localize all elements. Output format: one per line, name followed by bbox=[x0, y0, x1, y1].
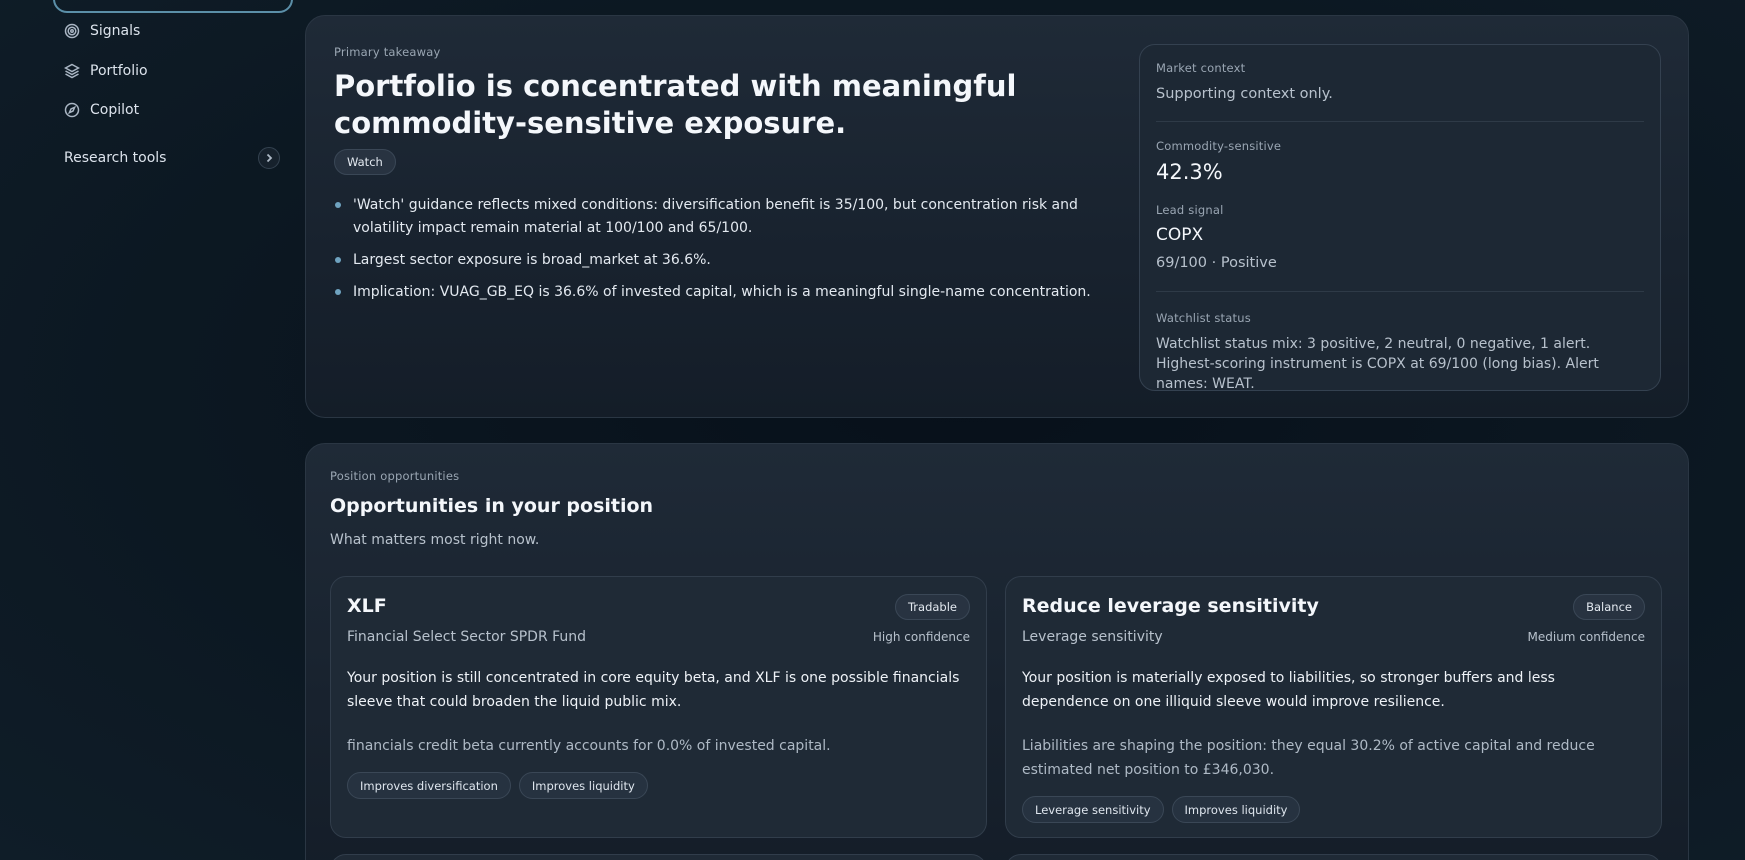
confidence-label: Medium confidence bbox=[1527, 630, 1646, 644]
opportunity-badge: Balance bbox=[1573, 594, 1645, 620]
lead-signal-value: COPX bbox=[1156, 225, 1204, 245]
app-root: Signals Portfolio Copilot Research tools… bbox=[0, 0, 1745, 860]
opportunities-subtitle: What matters most right now. bbox=[330, 532, 540, 548]
opportunity-badge: Tradable bbox=[894, 594, 970, 620]
sidebar: Signals Portfolio Copilot Research tools bbox=[0, 0, 300, 860]
sidebar-item-copilot[interactable]: Copilot bbox=[64, 98, 139, 122]
compass-icon bbox=[64, 102, 80, 118]
commodity-value: 42.3% bbox=[1156, 160, 1223, 184]
opportunity-tags: Leverage sensitivity Improves liquidity bbox=[1022, 796, 1301, 823]
market-context-subtitle: Supporting context only. bbox=[1156, 86, 1333, 102]
sidebar-item-label: Portfolio bbox=[90, 63, 148, 79]
tag: Improves liquidity bbox=[1171, 796, 1301, 823]
tag: Leverage sensitivity bbox=[1022, 796, 1164, 823]
opportunity-name: XLF bbox=[347, 595, 387, 617]
opportunity-card-xlf[interactable]: XLF Tradable Financial Select Sector SPD… bbox=[330, 576, 987, 838]
opportunity-description: Leverage sensitivity bbox=[1022, 629, 1163, 645]
tag: Improves liquidity bbox=[518, 772, 648, 799]
expand-research-tools-button[interactable] bbox=[258, 147, 280, 169]
tag: Improves diversification bbox=[347, 772, 511, 799]
research-tools-label: Research tools bbox=[64, 150, 167, 166]
sidebar-item-label: Signals bbox=[90, 23, 141, 39]
position-opportunities-card: Position opportunities Opportunities in … bbox=[305, 443, 1689, 860]
primary-takeaway-card: Primary takeaway Portfolio is concentrat… bbox=[305, 15, 1689, 418]
market-context-panel: Market context Supporting context only. … bbox=[1139, 44, 1661, 392]
opportunities-eyebrow: Position opportunities bbox=[330, 469, 460, 483]
opportunity-note: Liabilities are shaping the position: th… bbox=[1022, 738, 1595, 778]
opportunity-body: Your position is still concentrated in c… bbox=[347, 670, 960, 710]
bullet-item: Implication: VUAG_GB_EQ is 36.6% of inve… bbox=[334, 281, 1094, 304]
opportunity-card-leverage[interactable]: Reduce leverage sensitivity Balance Leve… bbox=[1005, 576, 1662, 838]
watchlist-label: Watchlist status bbox=[1156, 311, 1251, 325]
divider bbox=[1156, 291, 1644, 292]
divider bbox=[1156, 121, 1644, 122]
bullet-item: 'Watch' guidance reflects mixed conditio… bbox=[334, 194, 1094, 240]
sidebar-item-signals[interactable]: Signals bbox=[64, 19, 140, 43]
opportunity-note: financials credit beta currently account… bbox=[347, 738, 831, 754]
takeaway-bullets: 'Watch' guidance reflects mixed conditio… bbox=[334, 194, 1094, 313]
active-nav-item[interactable] bbox=[53, 0, 293, 13]
lead-signal-label: Lead signal bbox=[1156, 203, 1224, 217]
layers-icon bbox=[64, 63, 80, 79]
opportunity-tags: Improves diversification Improves liquid… bbox=[347, 772, 648, 799]
bullet-item: Largest sector exposure is broad_market … bbox=[334, 249, 1094, 272]
guidance-badge: Watch bbox=[334, 149, 396, 175]
lead-signal-detail: 69/100 · Positive bbox=[1156, 255, 1277, 271]
opportunity-card-partial[interactable] bbox=[330, 854, 987, 860]
watchlist-text: Watchlist status mix: 3 positive, 2 neut… bbox=[1156, 336, 1599, 392]
opportunities-title: Opportunities in your position bbox=[330, 495, 654, 517]
takeaway-eyebrow: Primary takeaway bbox=[334, 45, 441, 59]
market-context-label: Market context bbox=[1156, 61, 1246, 75]
opportunity-body: Your position is materially exposed to l… bbox=[1022, 670, 1555, 710]
commodity-label: Commodity-sensitive bbox=[1156, 139, 1282, 153]
opportunity-description: Financial Select Sector SPDR Fund bbox=[347, 629, 587, 645]
chevron-right-icon bbox=[266, 153, 273, 163]
opportunity-card-partial[interactable] bbox=[1005, 854, 1662, 860]
sidebar-item-portfolio[interactable]: Portfolio bbox=[64, 59, 148, 83]
sidebar-item-label: Copilot bbox=[90, 102, 140, 118]
confidence-label: High confidence bbox=[872, 630, 970, 644]
signals-icon bbox=[64, 23, 80, 39]
takeaway-title: Portfolio is concentrated with meaningfu… bbox=[334, 69, 1017, 140]
opportunity-name: Reduce leverage sensitivity bbox=[1022, 595, 1319, 617]
research-tools-toggle[interactable]: Research tools bbox=[64, 146, 280, 170]
